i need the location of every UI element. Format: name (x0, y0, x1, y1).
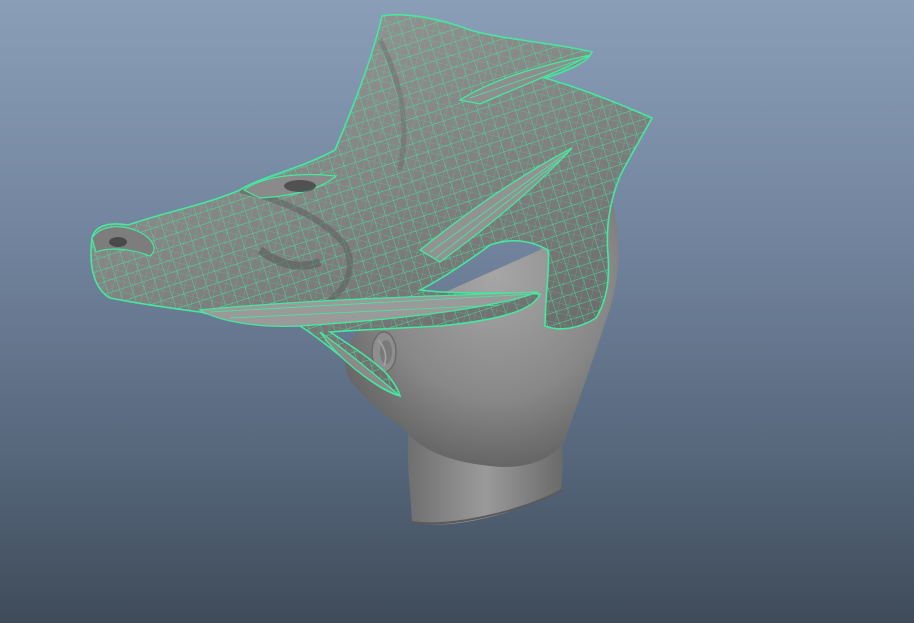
3d-viewport[interactable] (0, 0, 914, 623)
viewport-scene[interactable] (0, 0, 914, 623)
